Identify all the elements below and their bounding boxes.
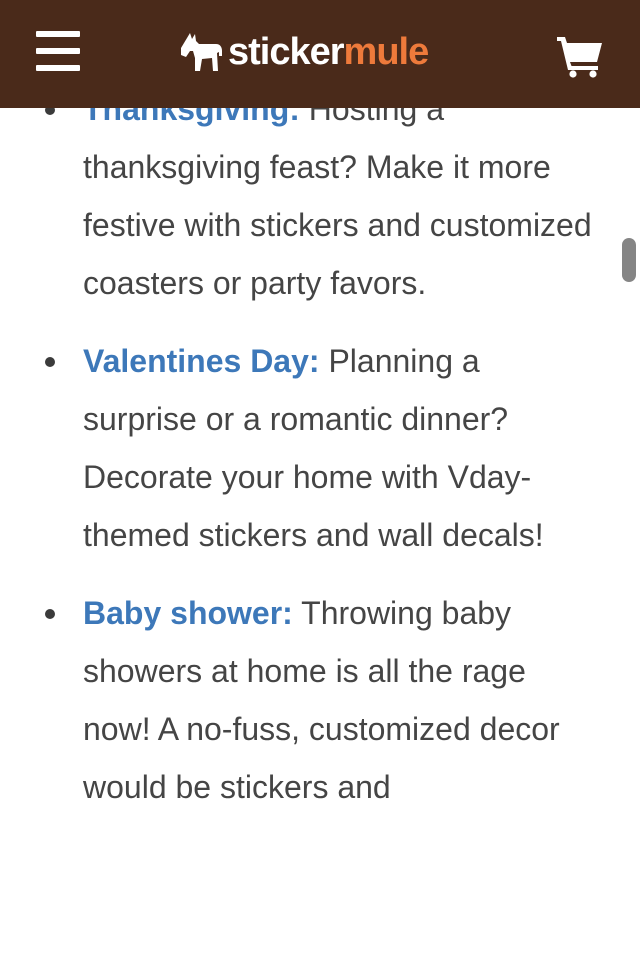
occasion-list: Thanksgiving: Hosting a thanksgiving fea…: [0, 88, 640, 816]
bullet-icon: [45, 609, 55, 619]
bullet-icon: [45, 357, 55, 367]
logo-text-sticker: sticker: [228, 31, 345, 73]
list-item-thanksgiving: Thanksgiving: Hosting a thanksgiving fea…: [0, 88, 640, 312]
occasion-term: Baby shower:: [83, 595, 293, 631]
article-content: Thanksgiving: Hosting a thanksgiving fea…: [0, 88, 640, 959]
mule-icon: [181, 33, 222, 71]
scrollbar-thumb[interactable]: [622, 238, 636, 282]
occasion-term: Valentines Day:: [83, 343, 320, 379]
logo-text-mule: mule: [343, 31, 430, 73]
list-item-valentines-day: Valentines Day: Planning a surprise or a…: [0, 332, 640, 564]
hamburger-menu-icon[interactable]: [36, 31, 80, 73]
site-header: sticker mule: [0, 0, 640, 108]
stickermule-logo[interactable]: sticker mule: [178, 24, 430, 80]
list-item-baby-shower: Baby shower: Throwing baby showers at ho…: [0, 584, 640, 816]
shopping-cart-icon[interactable]: [556, 34, 604, 78]
